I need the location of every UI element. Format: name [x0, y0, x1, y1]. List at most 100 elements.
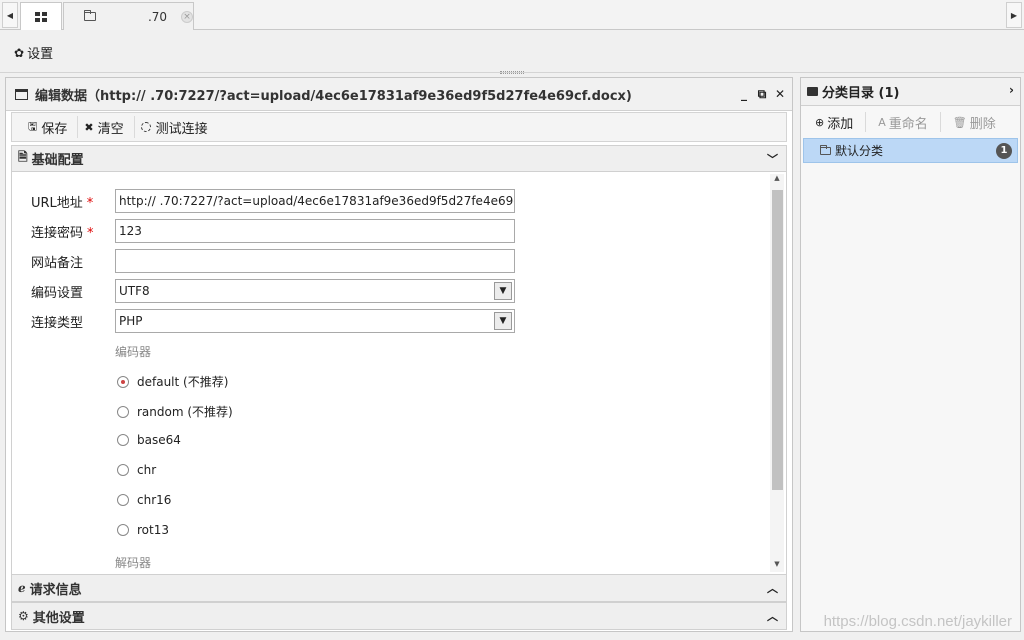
encoding-value: UTF8: [119, 284, 150, 298]
edit-panel: 编辑数据（http:// .70:7227/?act=upload/4ec6e1…: [5, 77, 793, 632]
tab-scroll-right-button[interactable]: ▶: [1006, 2, 1022, 28]
section-other-title: 其他设置: [32, 610, 85, 626]
encoder-option[interactable]: random (不推荐): [117, 403, 233, 420]
tab-bar: ◀ .70 × ▶: [0, 0, 1024, 30]
document-icon: 🗎: [18, 150, 28, 164]
encoder-option-label: base64: [137, 433, 181, 447]
delete-category-label: 删除: [969, 116, 996, 132]
section-basic-header[interactable]: 🗎 基础配置 ﹀: [11, 145, 787, 172]
folder-icon: [807, 87, 818, 96]
rename-category-label: 重命名: [888, 116, 928, 132]
edit-panel-header: 编辑数据（http:// .70:7227/?act=upload/4ec6e1…: [6, 78, 792, 111]
radio-icon[interactable]: [117, 434, 129, 446]
category-item[interactable]: 默认分类 1: [803, 138, 1018, 163]
category-item-name: 默认分类: [835, 144, 884, 158]
category-panel-title: 分类目录 (1): [822, 86, 900, 101]
window-controls: _ ⧉ ✕: [738, 87, 786, 101]
delete-category-button[interactable]: 🗑 删除: [939, 112, 1008, 132]
clear-label: 清空: [97, 121, 124, 137]
category-toolbar: ⊕ 添加 A 重命名 🗑 删除: [803, 109, 1018, 135]
clear-button[interactable]: ✖ 清空: [77, 116, 133, 138]
x-icon: ✖: [84, 120, 94, 134]
radio-icon[interactable]: [117, 464, 129, 476]
type-row: 连接类型 PHP ▼: [31, 309, 515, 333]
encoding-select[interactable]: UTF8 ▼: [115, 279, 515, 303]
url-label: URL地址: [31, 195, 83, 211]
note-input[interactable]: [115, 249, 515, 273]
folder-icon: [820, 144, 831, 155]
window-icon: [15, 88, 28, 100]
encoder-option-label: random (不推荐): [137, 405, 233, 419]
trash-icon: 🗑: [952, 115, 967, 129]
vertical-scrollbar[interactable]: ▲ ▼: [770, 174, 784, 572]
test-connection-button[interactable]: 测试连接: [133, 116, 218, 138]
watermark: https://blog.csdn.net/jaykiller: [823, 613, 1012, 630]
chevron-up-icon: ︿: [767, 610, 778, 623]
settings-button[interactable]: ✿ 设置: [14, 43, 54, 63]
floppy-icon: 🖫: [28, 119, 38, 133]
type-label: 连接类型: [31, 315, 84, 331]
tab-host[interactable]: .70 ×: [63, 2, 194, 30]
scrollbar-thumb[interactable]: [772, 190, 783, 490]
encoder-option-label: chr: [137, 463, 157, 477]
encoding-row: 编码设置 UTF8 ▼: [31, 279, 515, 303]
note-row: 网站备注: [31, 249, 515, 273]
add-category-button[interactable]: ⊕ 添加: [803, 112, 865, 132]
gear-icon: ✿: [14, 45, 25, 60]
restore-icon[interactable]: ⧉: [756, 87, 768, 101]
encoder-option[interactable]: chr16: [117, 493, 171, 507]
plus-circle-icon: ⊕: [815, 115, 825, 129]
password-input[interactable]: 123: [115, 219, 515, 243]
decoder-section-title: 解码器: [115, 556, 152, 570]
encoder-option-label: default (不推荐): [137, 375, 229, 389]
encoder-option[interactable]: chr: [117, 463, 156, 477]
url-row: URL地址 * http:// .70:7227/?act=upload/4ec6…: [31, 189, 515, 213]
encoder-option-label: chr16: [137, 493, 172, 507]
settings-bar: ✿ 设置: [0, 31, 1024, 74]
connection-type-select[interactable]: PHP ▼: [115, 309, 515, 333]
category-panel-header: 分类目录 (1) ›: [801, 78, 1020, 106]
resize-grip[interactable]: [500, 71, 524, 74]
required-marker: *: [87, 225, 94, 241]
save-button[interactable]: 🖫 保存: [22, 116, 77, 138]
password-label: 连接密码: [31, 225, 84, 241]
rename-category-button[interactable]: A 重命名: [865, 112, 940, 132]
close-icon[interactable]: ✕: [774, 87, 786, 101]
encoder-option[interactable]: rot13: [117, 523, 169, 537]
category-panel: 分类目录 (1) › ⊕ 添加 A 重命名 🗑 删除 默认分类 1: [800, 77, 1021, 632]
radio-icon[interactable]: [117, 405, 129, 418]
chevron-right-icon[interactable]: ›: [1009, 83, 1014, 97]
note-label: 网站备注: [31, 255, 84, 271]
password-row: 连接密码 * 123: [31, 219, 515, 243]
scroll-down-icon[interactable]: ▼: [770, 560, 784, 572]
minimize-icon[interactable]: _: [738, 87, 750, 101]
encoder-option[interactable]: base64: [117, 433, 181, 447]
font-icon: A: [878, 115, 886, 129]
chevron-down-icon: ▼: [494, 282, 512, 300]
chevron-down-icon: ▼: [494, 312, 512, 330]
radio-icon[interactable]: [117, 494, 129, 506]
section-request-title: 请求信息: [29, 582, 82, 598]
gears-icon: ⚙: [18, 609, 29, 623]
tab-home[interactable]: [20, 2, 62, 30]
add-category-label: 添加: [827, 116, 854, 132]
test-connection-label: 测试连接: [155, 121, 208, 137]
tab-close-icon[interactable]: ×: [181, 10, 193, 23]
section-request-header[interactable]: ℯ 请求信息 ︿: [11, 574, 787, 602]
save-label: 保存: [41, 121, 68, 137]
settings-label: 设置: [27, 47, 54, 62]
radio-checked-icon[interactable]: [117, 375, 129, 388]
encoding-label: 编码设置: [31, 285, 84, 301]
browser-e-icon: ℯ: [18, 581, 26, 595]
radio-icon[interactable]: [117, 524, 129, 536]
tab-scroll-left-button[interactable]: ◀: [2, 2, 18, 28]
url-input[interactable]: http:// .70:7227/?act=upload/4ec6e17831a…: [115, 189, 515, 213]
encoder-section-title: 编码器: [115, 345, 152, 359]
encoder-option-label: rot13: [137, 523, 169, 537]
scroll-up-icon[interactable]: ▲: [770, 174, 784, 186]
section-other-header[interactable]: ⚙ 其他设置 ︿: [11, 602, 787, 630]
panel-title: 编辑数据（http:// .70:7227/?act=upload/4ec6e1…: [35, 88, 632, 104]
encoder-option[interactable]: default (不推荐): [117, 373, 228, 390]
spinner-icon: [140, 122, 151, 132]
action-toolbar: 🖫 保存 ✖ 清空 测试连接: [11, 112, 787, 142]
